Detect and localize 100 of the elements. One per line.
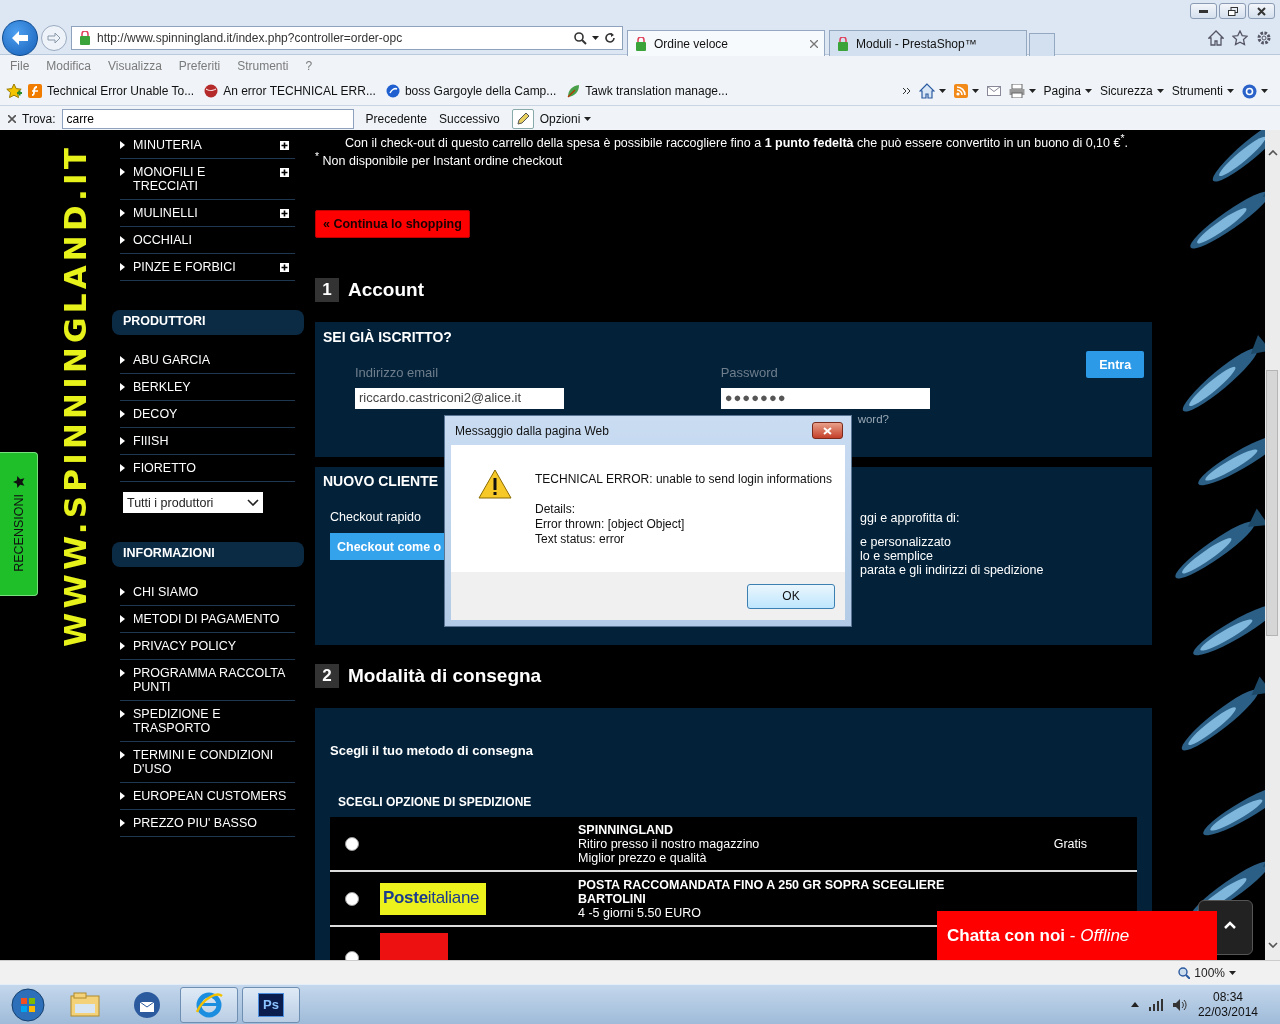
settings-icon[interactable] bbox=[1256, 30, 1272, 46]
highlight-button[interactable] bbox=[511, 108, 534, 129]
forgot-password-link[interactable]: word? bbox=[857, 413, 889, 426]
manufacturer-select[interactable]: Tutti i produttori bbox=[123, 492, 263, 513]
browser-tab[interactable]: Ordine veloce bbox=[627, 30, 825, 56]
sidebar-link[interactable]: TERMINI E CONDIZIONI D'USO bbox=[133, 748, 295, 776]
chevron-up-icon[interactable] bbox=[1267, 150, 1278, 156]
sidebar-link[interactable]: PREZZO PIU' BASSO bbox=[133, 816, 295, 830]
ok-button[interactable]: OK bbox=[747, 583, 835, 609]
home-icon[interactable] bbox=[1208, 30, 1224, 46]
expand-icon[interactable] bbox=[280, 168, 289, 177]
menu-item[interactable]: File bbox=[10, 59, 30, 73]
category-link[interactable]: MULINELLI bbox=[133, 206, 272, 220]
password-field[interactable]: ●●●●●●● bbox=[720, 388, 930, 410]
menu-item[interactable]: Visualizza bbox=[108, 59, 162, 73]
command-menu[interactable]: Sicurezza bbox=[1099, 84, 1164, 98]
search-icon[interactable] bbox=[574, 31, 587, 45]
close-tab-icon[interactable] bbox=[810, 39, 818, 48]
menu-item[interactable]: Strumenti bbox=[237, 59, 289, 73]
arrow-right-icon bbox=[120, 710, 125, 718]
carrier-logo: Posteitaliane bbox=[380, 882, 486, 915]
close-button[interactable] bbox=[1248, 3, 1275, 19]
menu-item[interactable]: Modifica bbox=[46, 59, 92, 73]
menu-item[interactable]: Preferiti bbox=[178, 59, 221, 73]
carrier-radio[interactable] bbox=[345, 836, 359, 851]
sidebar-link[interactable]: BERKLEY bbox=[133, 380, 295, 394]
find-field[interactable]: carre bbox=[61, 108, 354, 129]
favorite-link[interactable]: Tawk translation manage... bbox=[566, 84, 729, 98]
chevrons-icon[interactable] bbox=[902, 87, 911, 95]
error-message: TECHNICAL ERROR: unable to send login informations bbox=[535, 472, 833, 487]
favorite-link[interactable]: An error TECHNICAL ERR... bbox=[204, 84, 376, 98]
section-header: INFORMAZIONI bbox=[112, 542, 304, 567]
options-menu[interactable]: Opzioni bbox=[539, 111, 592, 126]
clock[interactable]: 08:34 22/03/2014 bbox=[1197, 989, 1258, 1020]
mail-icon[interactable] bbox=[986, 86, 1001, 96]
close-button[interactable] bbox=[812, 422, 843, 439]
sidebar-link[interactable]: PROGRAMMA RACCOLTA PUNTI bbox=[133, 666, 295, 694]
error-detail: Text status: error bbox=[535, 532, 626, 547]
chevron-down-icon[interactable] bbox=[1267, 942, 1278, 949]
signal-icon[interactable] bbox=[1148, 998, 1163, 1011]
category-link[interactable]: PINZE E FORBICI bbox=[133, 260, 272, 274]
minimize-button[interactable] bbox=[1190, 3, 1217, 19]
sidebar-link[interactable]: METODI DI PAGAMENTO bbox=[133, 612, 295, 626]
expand-icon[interactable] bbox=[280, 141, 289, 150]
find-button[interactable]: Precedente bbox=[365, 111, 427, 126]
delivery-prompt: Scegli il tuo metodo di consegna bbox=[330, 743, 534, 759]
arrow-right-icon bbox=[120, 383, 125, 391]
address-bar[interactable]: http://www.spinningland.it/index.php?controller=order-opc bbox=[71, 26, 623, 50]
sidebar-link[interactable]: ABU GARCIA bbox=[133, 353, 295, 367]
chevron-up-icon[interactable] bbox=[1130, 1002, 1139, 1007]
favorite-link[interactable]: boss Gargoyle della Camp... bbox=[385, 84, 557, 98]
ball-icon bbox=[204, 84, 219, 98]
expand-icon[interactable] bbox=[280, 263, 289, 272]
sidebar-link[interactable]: PRIVACY POLICY bbox=[133, 639, 295, 653]
scrollbar[interactable] bbox=[1265, 130, 1280, 960]
close-find-icon[interactable] bbox=[8, 114, 16, 123]
benefit-text: lo e semplice bbox=[860, 549, 934, 564]
error-detail: Details: bbox=[535, 502, 576, 517]
category-link[interactable]: MINUTERIA bbox=[133, 138, 272, 152]
dialog-title: Messaggio dalla pagina Web bbox=[455, 423, 610, 438]
field-label: Password bbox=[720, 365, 778, 381]
email-field[interactable]: riccardo.castriconi2@alice.it bbox=[355, 388, 564, 410]
find-button[interactable]: Successivo bbox=[438, 111, 500, 126]
restore-button[interactable] bbox=[1219, 3, 1246, 19]
speaker-icon[interactable] bbox=[1172, 998, 1188, 1011]
menu-item[interactable]: ? bbox=[305, 59, 313, 73]
sidebar-link[interactable]: DECOY bbox=[133, 407, 295, 421]
taskbar-app[interactable]: Ps bbox=[242, 986, 300, 1023]
sidebar-link[interactable]: EUROPEAN CUSTOMERS bbox=[133, 789, 295, 803]
favorite-link[interactable]: Technical Error Unable To... bbox=[28, 84, 195, 98]
arrow-left-icon bbox=[11, 30, 29, 46]
sidebar-link[interactable]: SPEDIZIONE E TRASPORTO bbox=[133, 707, 295, 735]
sidebar-link[interactable]: CHI SIAMO bbox=[133, 585, 295, 599]
home-icon[interactable] bbox=[918, 83, 935, 99]
step-number: 2 bbox=[315, 664, 339, 689]
chat-widget[interactable]: Chatta con noi - Offline bbox=[937, 911, 1217, 960]
clock-time: 08:34 bbox=[1212, 989, 1243, 1005]
sidebar-link[interactable]: FIIISH bbox=[133, 434, 295, 448]
back-button[interactable] bbox=[2, 20, 38, 56]
taskbar-app[interactable] bbox=[180, 986, 238, 1023]
star-icon bbox=[12, 476, 25, 489]
refresh-icon[interactable] bbox=[604, 32, 616, 44]
continue-shopping-button[interactable]: « Continua lo shopping bbox=[315, 210, 470, 239]
printer-icon[interactable] bbox=[1008, 84, 1025, 98]
favorites-star-icon[interactable] bbox=[6, 83, 22, 99]
benefit-text: parata e gli indirizzi di spedizione bbox=[860, 563, 1045, 578]
expand-icon[interactable] bbox=[280, 209, 289, 218]
command-menu[interactable]: Pagina bbox=[1043, 84, 1092, 98]
help-icon[interactable] bbox=[1242, 83, 1257, 99]
zoom-level[interactable]: 100% bbox=[1194, 965, 1225, 980]
browser-tab[interactable]: Moduli - PrestaShop™ bbox=[829, 30, 1027, 56]
carrier-radio[interactable] bbox=[345, 891, 359, 906]
sidebar-link[interactable]: FIORETTO bbox=[133, 461, 295, 475]
star-icon[interactable] bbox=[1232, 30, 1248, 46]
loyalty-notice: Con il check-out di questo carrello della spesa è possibile raccogliere fino a 1 punto fedeltà che può essere convertito in un buono di 0,10 €$^{*}$. bbox=[344, 132, 1129, 151]
category-link[interactable]: MONOFILI E TRECCIATI bbox=[133, 165, 272, 193]
panel-subtitle: Checkout rapido bbox=[330, 510, 422, 525]
reviews-tab[interactable]: RECENSIONI bbox=[0, 452, 38, 596]
command-menu[interactable]: Strumenti bbox=[1171, 84, 1234, 98]
category-link[interactable]: OCCHIALI bbox=[133, 233, 295, 247]
